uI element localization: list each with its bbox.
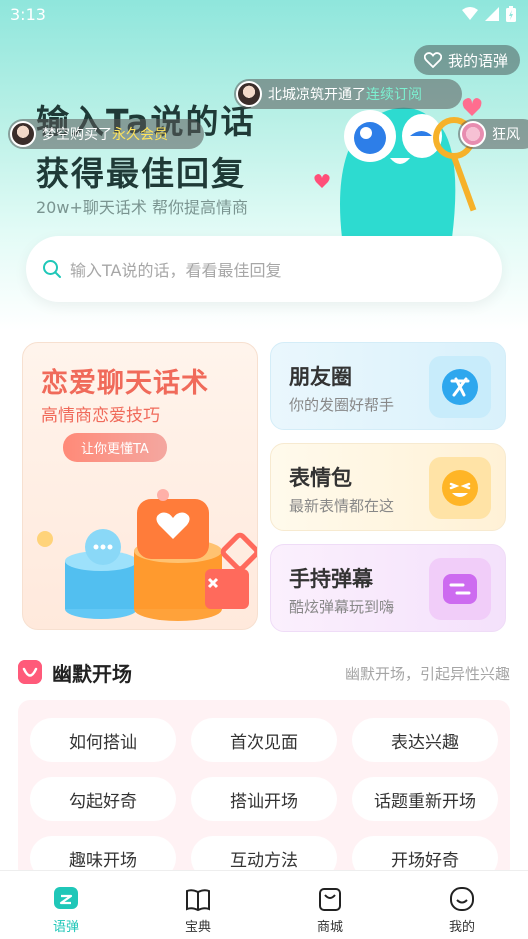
love-chat-card[interactable]: 恋爱聊天话术 高情商恋爱技巧 让你更懂TA: [22, 342, 258, 630]
ticker-text: 狂风: [492, 127, 520, 143]
stickers-title: 表情包: [289, 466, 352, 490]
danmu-card[interactable]: 手持弹幕 酷炫弹幕玩到嗨: [270, 544, 506, 632]
hero-title-line2: 获得最佳回复: [36, 154, 246, 193]
search-icon: [43, 260, 61, 278]
ticker-highlight: 永久会员: [112, 127, 168, 143]
ticker-item: 狂风: [458, 119, 528, 149]
tab-profile[interactable]: 我的: [396, 871, 528, 939]
stickers-card[interactable]: 表情包 最新表情都在这: [270, 443, 506, 531]
status-bar: 3:13: [0, 0, 528, 30]
topic-chip[interactable]: 首次见面: [191, 718, 337, 762]
status-icons: [462, 6, 516, 22]
topic-chip[interactable]: 表达兴趣: [352, 718, 498, 762]
battery-icon: [506, 6, 516, 22]
stickers-icon-tile: [429, 457, 491, 519]
avatar: [236, 81, 262, 107]
moments-card[interactable]: 朋友圈 你的发圈好帮手: [270, 342, 506, 430]
heart-outline-icon: [423, 52, 442, 68]
love-chat-illustration: [37, 489, 257, 621]
stickers-subtitle: 最新表情都在这: [289, 497, 395, 515]
chat-bubble-icon: [54, 887, 78, 909]
tab-label: 我的: [448, 920, 475, 935]
smile-badge-icon: [18, 660, 42, 684]
humor-opening-section-header: 幽默开场 幽默开场，引起异性兴趣: [18, 656, 510, 690]
topic-chip[interactable]: 如何搭讪: [30, 718, 176, 762]
status-time: 3:13: [10, 5, 46, 24]
mascot-illustration: [314, 98, 482, 238]
ticker-text: 北城凉筑开通了: [268, 87, 366, 103]
tab-label: 商城: [316, 920, 343, 935]
moments-title: 朋友圈: [289, 365, 352, 389]
topic-chip[interactable]: 搭讪开场: [191, 777, 337, 821]
tab-label: 语弹: [52, 920, 79, 935]
ticker-highlight: 连续订阅: [366, 87, 422, 103]
topic-chip-panel: 如何搭讪 首次见面 表达兴趣 勾起好奇 搭讪开场 话题重新开场 趣味开场 互动方…: [18, 700, 510, 880]
search-placeholder: 输入TA说的话，看看最佳回复: [70, 261, 282, 280]
signal-icon: [485, 7, 499, 21]
section-subtitle: 幽默开场，引起异性兴趣: [344, 665, 510, 683]
aperture-icon: [442, 369, 478, 405]
ticker-item: 梦空购买了 永久会员: [8, 119, 204, 149]
book-icon: [186, 889, 210, 912]
message-box-icon: [443, 574, 477, 604]
smiley-icon: [450, 887, 474, 911]
search-input[interactable]: 输入TA说的话，看看最佳回复: [26, 236, 502, 302]
danmu-icon-tile: [429, 558, 491, 620]
my-danmu-label: 我的语弹: [447, 51, 508, 70]
tab-danmu[interactable]: 语弹: [0, 871, 132, 939]
section-title: 幽默开场: [52, 662, 132, 686]
love-chat-subtitle: 高情商恋爱技巧: [41, 406, 160, 426]
hero-banner: 3:13 我的语弹 输入Ta说的话 获得最佳回复 20w+聊天话术 帮你提高情商…: [0, 0, 528, 330]
tab-shop[interactable]: 商城: [264, 871, 396, 939]
topic-chip[interactable]: 勾起好奇: [30, 777, 176, 821]
danmu-subtitle: 酷炫弹幕玩到嗨: [289, 598, 395, 616]
tab-label: 宝典: [184, 920, 211, 935]
avatar: [460, 121, 486, 147]
tab-guide[interactable]: 宝典: [132, 871, 264, 939]
love-chat-tag: 让你更懂TA: [63, 433, 167, 462]
moments-icon-tile: [429, 356, 491, 418]
ticker-item: 北城凉筑开通了 连续订阅: [234, 79, 462, 109]
shopping-bag-icon: [319, 888, 341, 911]
laughing-face-icon: [442, 470, 478, 506]
moments-subtitle: 你的发圈好帮手: [289, 396, 395, 414]
wifi-icon: [462, 7, 478, 20]
my-danmu-button[interactable]: 我的语弹: [413, 45, 520, 75]
avatar: [10, 121, 36, 147]
danmu-title: 手持弹幕: [289, 567, 373, 591]
ticker-text: 梦空购买了: [42, 127, 112, 143]
topic-chip[interactable]: 话题重新开场: [352, 777, 498, 821]
bottom-tab-bar: 语弹 宝典 商城 我的: [0, 870, 528, 939]
hero-subtitle: 20w+聊天话术 帮你提高情商: [36, 198, 248, 217]
love-chat-title: 恋爱聊天话术: [41, 368, 209, 399]
